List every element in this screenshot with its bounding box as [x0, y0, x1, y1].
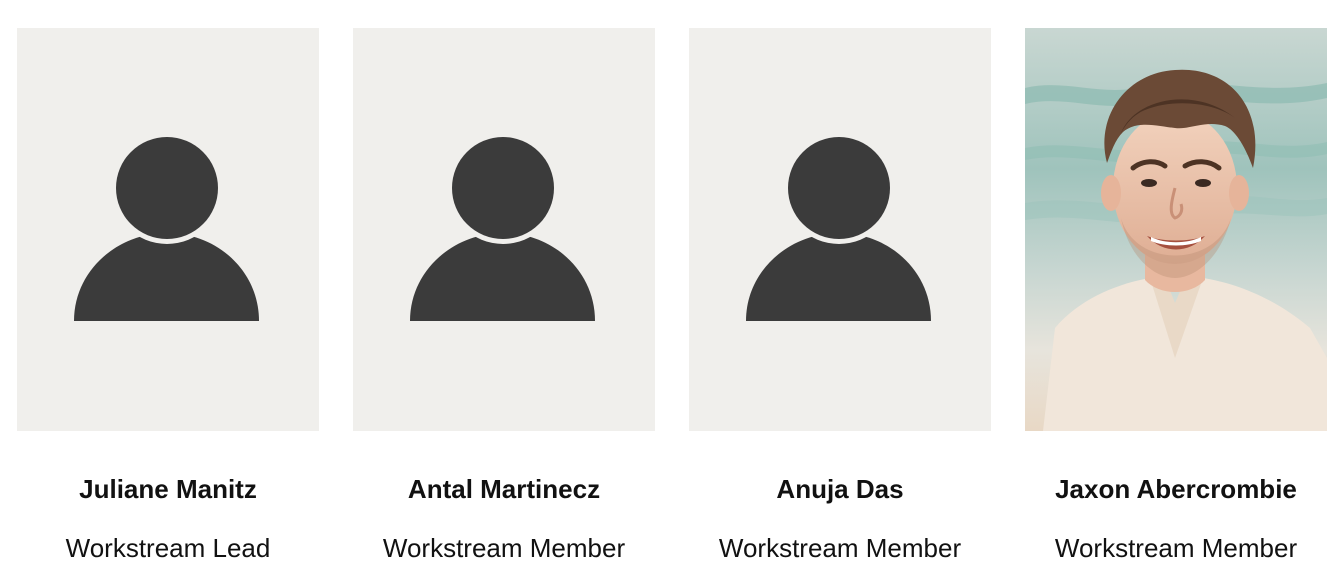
- member-name: Antal Martinecz: [407, 474, 601, 504]
- member-card: Jaxon Abercrombie Workstream Member: [1025, 28, 1327, 576]
- member-photo: [17, 28, 319, 431]
- team-grid: Juliane Manitz Workstream Lead Antal Mar…: [0, 0, 1344, 576]
- placeholder-avatar-icon: [746, 132, 931, 321]
- member-photo: [353, 28, 655, 431]
- placeholder-avatar-icon: [74, 132, 259, 321]
- member-role: Workstream Lead: [65, 533, 271, 563]
- member-card: Antal Martinecz Workstream Member: [353, 28, 655, 576]
- placeholder-avatar-icon: [410, 132, 595, 321]
- member-role: Workstream Member: [1054, 533, 1298, 563]
- member-name: Anuja Das: [776, 474, 904, 504]
- member-photo: [689, 28, 991, 431]
- member-name: Jaxon Abercrombie: [1055, 474, 1297, 504]
- member-name: Juliane Manitz: [79, 474, 257, 504]
- member-card: Anuja Das Workstream Member: [689, 28, 991, 576]
- member-card: Juliane Manitz Workstream Lead: [17, 28, 319, 576]
- portrait-photo: [1025, 28, 1327, 431]
- member-photo: [1025, 28, 1327, 431]
- member-role: Workstream Member: [718, 533, 962, 563]
- member-role: Workstream Member: [382, 533, 626, 563]
